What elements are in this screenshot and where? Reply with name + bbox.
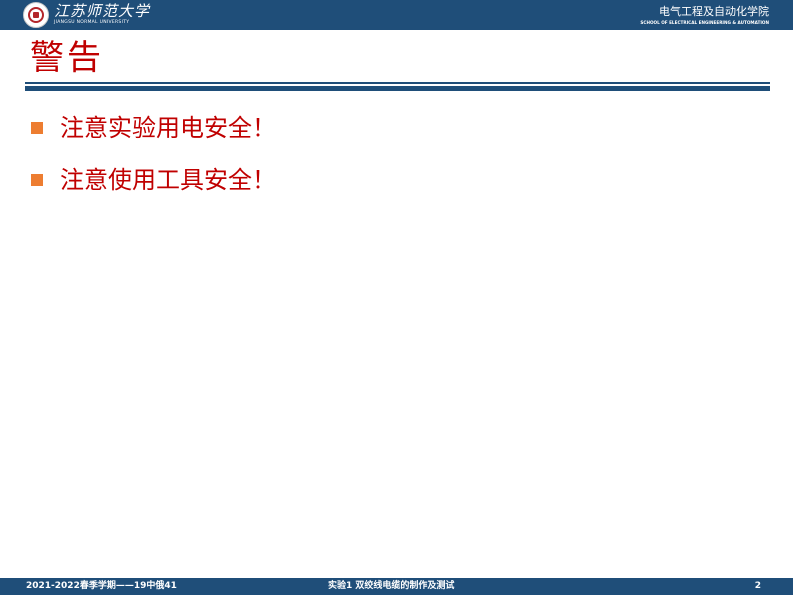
header-bar: 江苏师范大学 JIANGSU NORMAL UNIVERSITY 电气工程及自动… <box>0 0 793 30</box>
footer-lesson-title: 实验1 双绞线电缆的制作及测试 <box>328 581 455 591</box>
bullet-text: 注意使用工具安全！ <box>60 166 276 194</box>
title-divider-thin <box>25 82 770 84</box>
university-name: 江苏师范大学 <box>54 2 151 20</box>
university-seal-icon <box>23 2 49 28</box>
bullet-text: 注意实验用电安全！ <box>60 114 276 142</box>
school-name: 电气工程及自动化学院 <box>659 5 769 18</box>
university-name-en: JIANGSU NORMAL UNIVERSITY <box>54 20 130 25</box>
slide-title: 警告 <box>30 38 104 78</box>
page-number: 2 <box>754 581 761 591</box>
footer-course-info: 2021-2022春季学期——19中俄41 <box>26 581 177 591</box>
title-divider-thick <box>25 86 770 91</box>
square-bullet-icon <box>31 174 43 186</box>
footer-bar: 2021-2022春季学期——19中俄41 实验1 双绞线电缆的制作及测试 2 <box>0 578 793 595</box>
square-bullet-icon <box>31 122 43 134</box>
school-name-en: SCHOOL OF ELECTRICAL ENGINEERING & AUTOM… <box>640 20 769 25</box>
